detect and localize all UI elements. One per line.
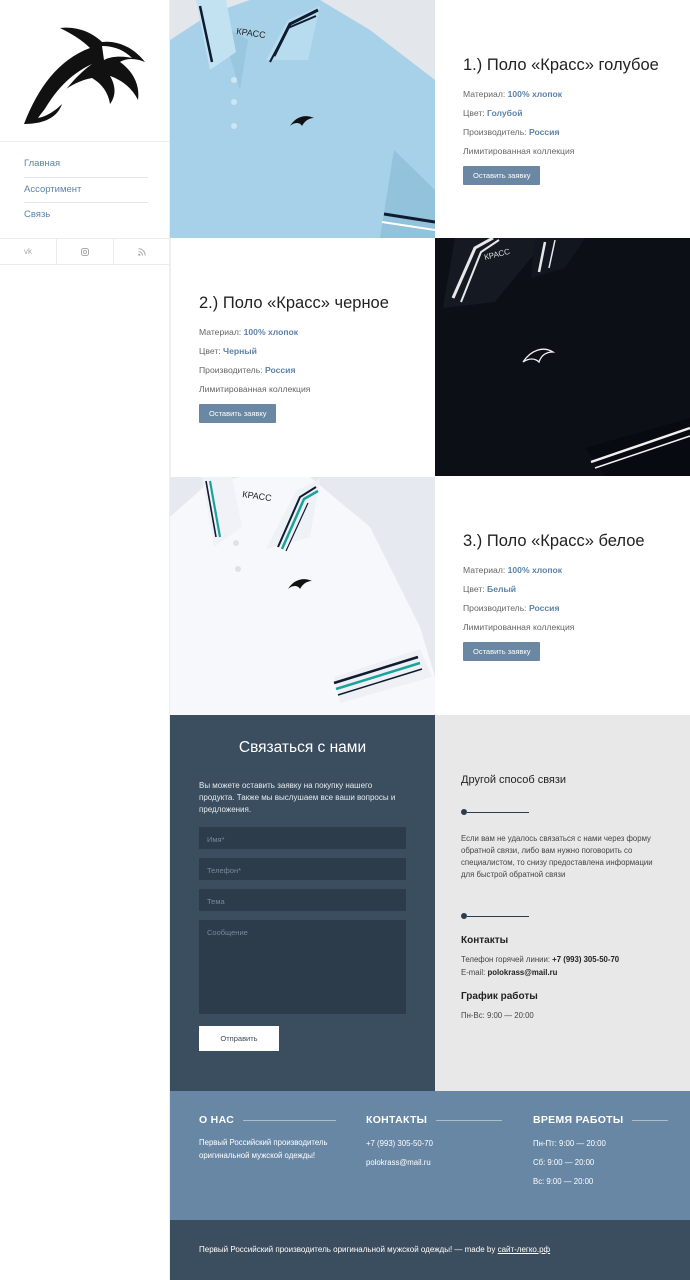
order-button[interactable]: Оставить заявку (463, 642, 541, 661)
footer-about-text: Первый Российский производитель оригинал… (199, 1138, 328, 1160)
vk-icon[interactable]: vk (0, 239, 57, 264)
maker-line: Производитель: Россия (463, 603, 560, 613)
product-card-black: 2.) Поло «Красс» черное Материал: 100% х… (170, 238, 435, 476)
product-card-white: 3.) Поло «Красс» белое Материал: 100% хл… (435, 477, 690, 715)
material-line: Материал: 100% хлопок (199, 327, 299, 337)
separator (461, 913, 529, 919)
footer-hours: ВРЕМЯ РАБОТЫ Пн-Пт: 9:00 — 20:00 Сб: 9:0… (533, 1114, 673, 1191)
color-line: Цвет: Черный (199, 346, 257, 356)
name-input[interactable]: Имя* (199, 827, 406, 849)
product-title: 3.) Поло «Красс» белое (463, 532, 645, 550)
product-title: 2.) Поло «Красс» черное (199, 294, 389, 312)
hotline-phone[interactable]: +7 (993) 305-50-70 (552, 955, 619, 964)
footer-about: О НАС Первый Российский производитель ор… (199, 1114, 339, 1162)
color-line: Цвет: Белый (463, 584, 517, 594)
footer-bottom: Первый Российский производитель оригинал… (170, 1220, 690, 1280)
alt-contact-section: Другой способ связи Если вам не удалось … (435, 715, 690, 1091)
subject-input[interactable]: Тема (199, 889, 406, 911)
instagram-icon[interactable] (57, 239, 114, 264)
hotline-line: Телефон горячей линии: +7 (993) 305-50-7… (461, 955, 620, 964)
material-line: Материал: 100% хлопок (463, 565, 563, 575)
collection-note: Лимитированная коллекция (463, 146, 575, 156)
footer-hours-weekdays: Пн-Пт: 9:00 — 20:00 (533, 1139, 606, 1148)
email-line: E-mail: polokrass@mail.ru (461, 968, 558, 977)
footer-contacts-heading: КОНТАКТЫ (366, 1114, 428, 1126)
nav-item-home[interactable]: Главная (24, 152, 148, 178)
alt-contact-text: Если вам не удалось связаться с нами чер… (461, 834, 653, 879)
product-photo-black[interactable]: КРАСС (435, 238, 690, 476)
main-nav: Главная Ассортимент Связь (24, 152, 148, 229)
separator (461, 809, 529, 815)
email-link[interactable]: polokrass@mail.ru (487, 968, 557, 977)
maker-line: Производитель: Россия (199, 365, 296, 375)
nav-item-contact[interactable]: Связь (24, 203, 148, 229)
footer-phone[interactable]: +7 (993) 305-50-70 (366, 1134, 506, 1153)
message-textarea[interactable]: Сообщение (199, 920, 406, 1014)
footer-author-link[interactable]: сайт-легко.рф (498, 1245, 551, 1254)
footer-hours-sunday: Вс: 9:00 — 20:00 (533, 1177, 594, 1186)
product-photo-white[interactable]: КРАСС (170, 477, 435, 715)
collection-note: Лимитированная коллекция (463, 622, 575, 632)
order-button[interactable]: Оставить заявку (199, 404, 277, 423)
send-button[interactable]: Отправить (199, 1026, 279, 1051)
maker-line: Производитель: Россия (463, 127, 560, 137)
contacts-heading: Контакты (461, 935, 509, 946)
schedule-line: Пн-Вс: 9:00 — 20:00 (461, 1011, 534, 1020)
footer: О НАС Первый Российский производитель ор… (170, 1091, 690, 1220)
sidebar-divider (0, 141, 170, 142)
material-line: Материал: 100% хлопок (463, 89, 563, 99)
collection-note: Лимитированная коллекция (199, 384, 311, 394)
schedule-heading: График работы (461, 991, 538, 1002)
order-button[interactable]: Оставить заявку (463, 166, 541, 185)
contact-intro: Вы можете оставить заявку на покупку наш… (199, 781, 396, 814)
footer-email[interactable]: polokrass@mail.ru (366, 1153, 506, 1172)
rss-icon[interactable] (114, 239, 170, 264)
footer-hours-heading: ВРЕМЯ РАБОТЫ (533, 1114, 624, 1126)
footer-hours-saturday: Сб: 9:00 — 20:00 (533, 1158, 595, 1167)
sidebar: Главная Ассортимент Связь vk (0, 0, 170, 1280)
alt-contact-title: Другой способ связи (461, 774, 567, 786)
dolphin-logo[interactable] (18, 18, 153, 126)
footer-about-heading: О НАС (199, 1114, 235, 1126)
phone-input[interactable]: Телефон* (199, 858, 406, 880)
contact-form-section: Связаться с нами Вы можете оставить заяв… (170, 715, 435, 1091)
footer-contacts: КОНТАКТЫ +7 (993) 305-50-70 polokrass@ma… (366, 1114, 506, 1172)
product-title: 1.) Поло «Красс» голубое (463, 56, 659, 74)
contact-title: Связаться с нами (238, 739, 367, 756)
product-card-blue: 1.) Поло «Красс» голубое Материал: 100% … (435, 0, 690, 238)
social-links: vk (0, 238, 170, 265)
nav-item-assortment[interactable]: Ассортимент (24, 178, 148, 203)
product-photo-blue[interactable]: КРАСС (170, 0, 435, 238)
color-line: Цвет: Голубой (463, 108, 523, 118)
footer-copyright: Первый Российский производитель оригинал… (199, 1245, 496, 1254)
